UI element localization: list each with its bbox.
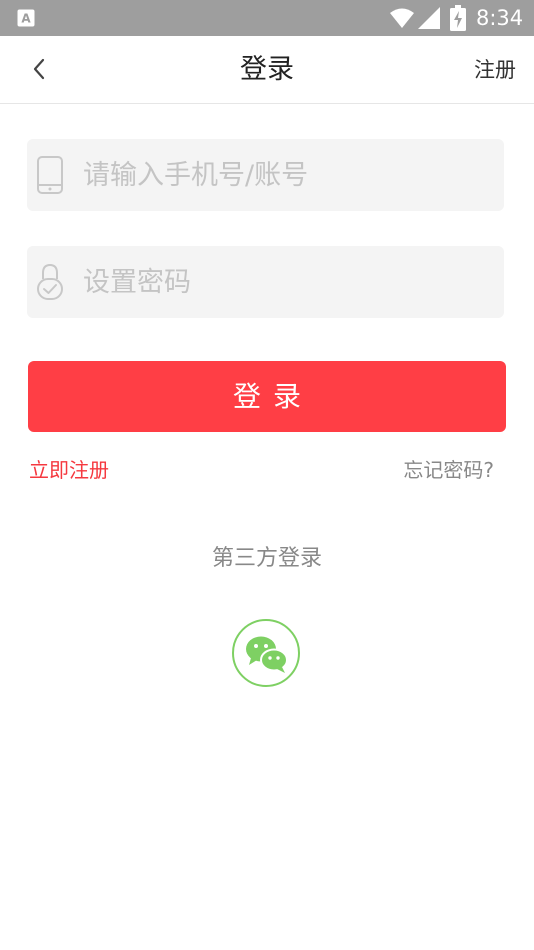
forgot-password-link[interactable]: 忘记密码? — [403, 456, 494, 484]
wechat-login-button[interactable] — [232, 619, 300, 687]
status-time: 8:34 — [476, 6, 524, 30]
svg-text:A: A — [21, 12, 31, 26]
password-input[interactable] — [83, 246, 483, 318]
lock-icon — [37, 263, 63, 300]
battery-charging-icon — [450, 5, 466, 31]
register-button[interactable]: 注册 — [474, 55, 516, 85]
wifi-icon — [390, 8, 414, 28]
wechat-icon — [246, 636, 288, 673]
phone-input-container[interactable] — [27, 139, 504, 211]
phone-input[interactable] — [83, 139, 483, 211]
phone-icon — [37, 156, 63, 194]
nav-bar: 登录 注册 — [0, 36, 534, 104]
password-input-container[interactable] — [27, 246, 504, 318]
login-button[interactable]: 登录 — [28, 361, 506, 432]
third-party-login-title: 第三方登录 — [211, 546, 322, 571]
status-bar: A 8:34 — [0, 0, 534, 36]
signal-icon — [418, 7, 440, 29]
register-now-link[interactable]: 立即注册 — [29, 456, 109, 484]
page-title: 登录 — [240, 54, 294, 85]
a-letter-icon: A — [17, 9, 35, 27]
